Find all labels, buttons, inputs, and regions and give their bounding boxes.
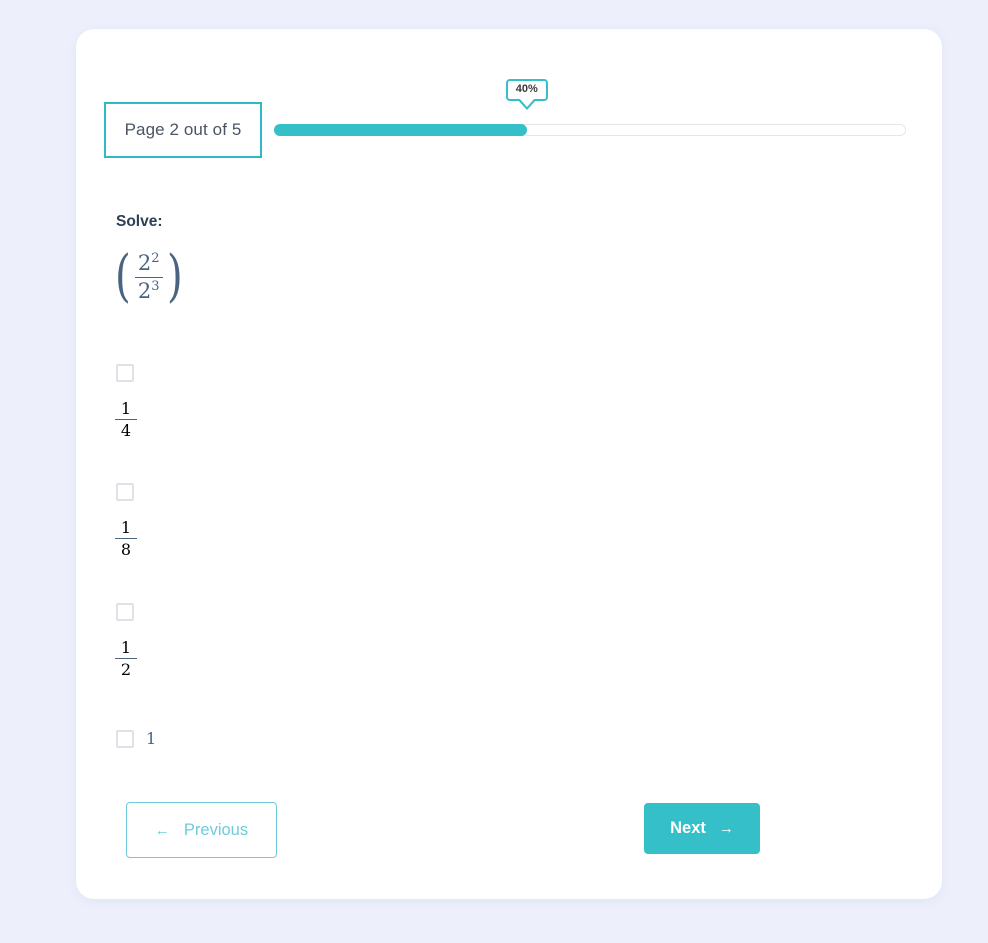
arrow-right-icon: → [718,820,734,837]
arrow-left-icon: ← [154,821,170,839]
answer-denominator: 4 [120,421,132,441]
question-prompt: Solve: [116,213,163,230]
checkbox-icon[interactable] [116,483,134,501]
next-button[interactable]: Next → [644,803,760,854]
answer-option-label: 1 [146,729,157,748]
checkbox-icon[interactable] [116,364,134,382]
page-indicator-label: Page 2 out of 5 [124,120,242,139]
answer-option[interactable]: 1 4 [76,364,376,441]
answer-option[interactable]: 1 8 [76,483,376,560]
expression-numerator: 22 [135,251,163,276]
answer-fraction: 1 8 [115,518,137,560]
next-button-label: Next [670,819,706,837]
answer-numerator: 1 [120,518,132,537]
answer-fraction-bar [115,538,137,540]
progress-bar[interactable]: 40% [274,79,906,138]
answer-option[interactable]: 1 2 [76,603,376,680]
quiz-card: Page 2 out of 5 40% Solve: ( 22 23 ) 1 4… [76,29,942,899]
answer-option-label: 1 4 [114,399,376,441]
answer-fraction: 1 2 [115,638,137,680]
answer-numerator: 1 [120,638,132,657]
previous-button-label: Previous [183,820,249,839]
answer-denominator: 8 [120,540,132,560]
progress-fill [274,124,527,136]
page-indicator: Page 2 out of 5 [104,102,262,158]
quiz-page: Page 2 out of 5 40% Solve: ( 22 23 ) 1 4… [0,0,988,943]
answer-option-label: 1 8 [114,518,376,560]
answer-fraction-bar [115,419,137,421]
checkbox-icon[interactable] [116,729,134,748]
expression-numerator-exponent: 2 [151,251,160,266]
question-expression: ( 22 23 ) [112,244,185,310]
previous-button[interactable]: ← Previous [126,802,277,858]
expression-numerator-base: 2 [137,251,152,275]
expression-denominator-base: 2 [137,278,152,303]
progress-percent-tooltip: 40% [505,79,548,101]
answer-option-label: 1 2 [114,638,376,680]
expression-right-paren: ) [166,244,183,310]
expression-fraction: 22 23 [134,251,163,304]
answer-fraction-bar [115,658,137,660]
expression-fraction-bar [134,276,163,278]
answer-denominator: 2 [120,660,132,680]
expression-denominator-exponent: 3 [151,278,160,294]
expression-denominator: 23 [135,279,163,304]
checkbox-icon[interactable] [116,603,134,621]
answer-option[interactable]: 1 [76,729,376,748]
expression-left-paren: ( [115,244,131,310]
answer-fraction: 1 4 [115,399,137,441]
answer-numerator: 1 [120,399,132,418]
